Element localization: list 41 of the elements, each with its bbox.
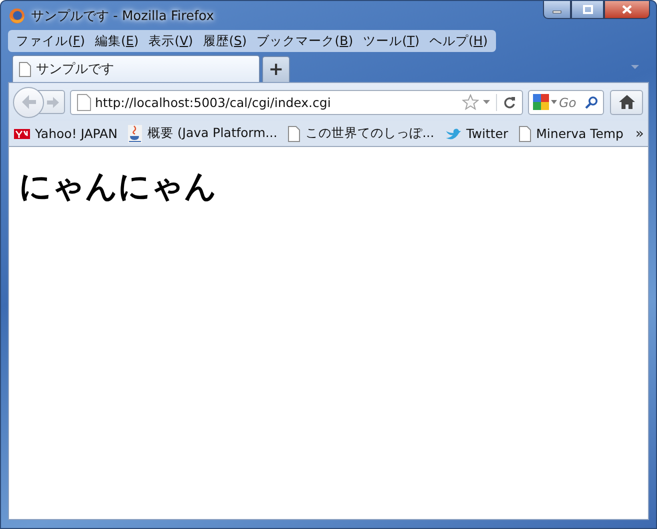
back-arrow-icon — [20, 94, 38, 110]
bird-icon — [445, 128, 462, 140]
dropdown-icon[interactable] — [551, 100, 557, 104]
new-tab-button[interactable]: + — [262, 56, 290, 82]
menu-item[interactable]: 履歴(S) — [198, 32, 252, 50]
bookmark-item[interactable]: この世界てのしっぽ... — [286, 125, 438, 142]
close-icon — [622, 5, 632, 14]
coffee-cup-icon — [128, 124, 142, 142]
menu-item[interactable]: ツール(T) — [358, 32, 425, 50]
bookmark-item[interactable]: Minerva Temp — [517, 126, 628, 142]
maximize-icon — [582, 5, 592, 14]
home-button[interactable] — [610, 90, 643, 114]
dropdown-icon[interactable] — [483, 100, 490, 104]
home-icon — [618, 95, 634, 109]
star-icon[interactable] — [462, 94, 479, 110]
bookmark-item[interactable]: 概要 (Java Platform... — [126, 124, 282, 142]
bookmark-item[interactable]: Twitter — [443, 126, 512, 141]
page-icon — [77, 94, 91, 110]
maximize-button[interactable] — [571, 1, 604, 19]
menu-item[interactable]: ファイル(F) — [11, 32, 90, 50]
yahoo-logo-icon — [14, 128, 30, 138]
close-button[interactable] — [604, 1, 650, 19]
browser-tab[interactable]: サンプルです — [12, 55, 260, 82]
address-bar[interactable]: http://localhost:5003/cal/cgi/index.cgi — [70, 90, 523, 114]
menu-item[interactable]: ヘルプ(H) — [424, 32, 493, 50]
forward-arrow-icon — [46, 96, 60, 108]
google-logo-icon — [533, 94, 549, 110]
page-icon — [519, 126, 532, 142]
bookmark-item[interactable]: Yahoo! JAPAN — [12, 126, 122, 141]
menu-item[interactable]: 編集(E) — [90, 32, 144, 50]
search-icon[interactable] — [585, 96, 598, 108]
firefox-logo-icon — [9, 8, 25, 24]
window-title: サンプルです - Mozilla Firefox — [31, 8, 214, 24]
minimize-button[interactable] — [543, 1, 571, 19]
menu-item[interactable]: 表示(V) — [144, 32, 198, 50]
page-icon — [288, 126, 300, 142]
page-heading: にゃんにゃん — [19, 166, 217, 207]
more-bookmarks-button[interactable]: » — [633, 126, 646, 142]
reload-icon[interactable] — [503, 96, 516, 108]
page-icon — [19, 62, 31, 76]
menu-item[interactable]: ブックマーク(B) — [252, 32, 358, 50]
